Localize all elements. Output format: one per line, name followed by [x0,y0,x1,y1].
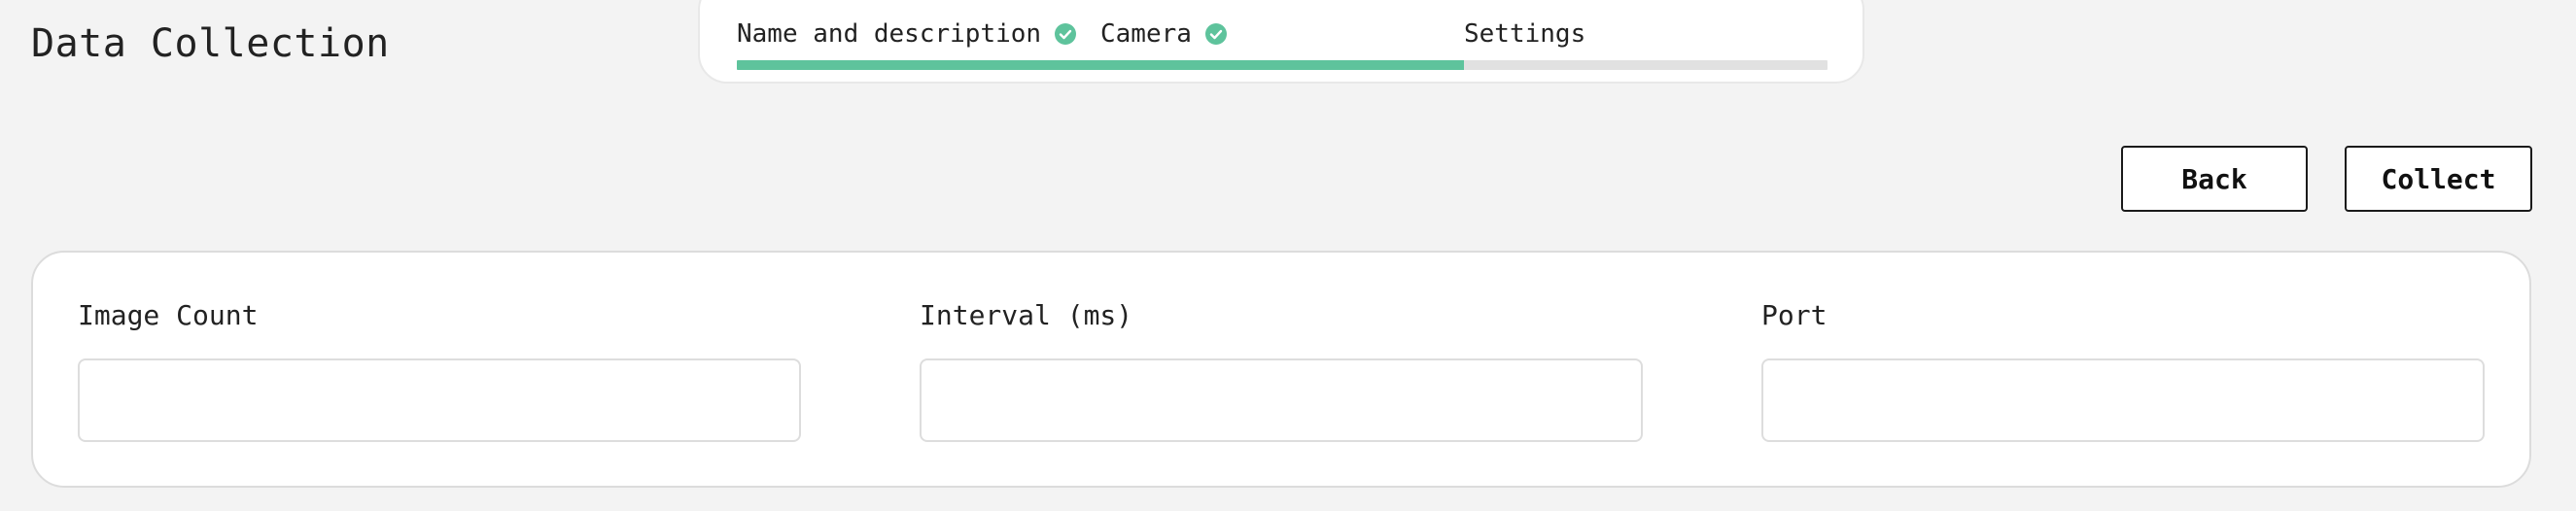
port-input[interactable] [1761,358,2485,442]
image-count-input[interactable] [78,358,801,442]
interval-input[interactable] [920,358,1643,442]
check-circle-icon [1204,23,1227,45]
step-camera[interactable]: Camera [1100,19,1227,49]
back-button[interactable]: Back [2121,146,2308,212]
image-count-field: Image Count [78,299,801,442]
step-label: Settings [1464,19,1586,49]
step-label: Name and description [737,19,1042,49]
page-title: Data Collection [31,21,390,66]
step-label: Camera [1100,19,1192,49]
interval-label: Interval (ms) [920,299,1133,331]
progress-stepper: Name and description Camera Settings [698,0,1864,84]
image-count-label: Image Count [78,299,259,331]
interval-field: Interval (ms) [920,299,1643,442]
check-circle-icon [1055,23,1077,45]
step-name-and-description[interactable]: Name and description [737,19,1077,49]
port-label: Port [1761,299,1828,331]
port-field: Port [1761,299,2485,442]
settings-card: Image Count Interval (ms) Port [31,251,2531,488]
progress-track [737,60,1828,70]
collect-button[interactable]: Collect [2345,146,2532,212]
step-settings[interactable]: Settings [1464,19,1585,49]
progress-fill [737,60,1465,70]
